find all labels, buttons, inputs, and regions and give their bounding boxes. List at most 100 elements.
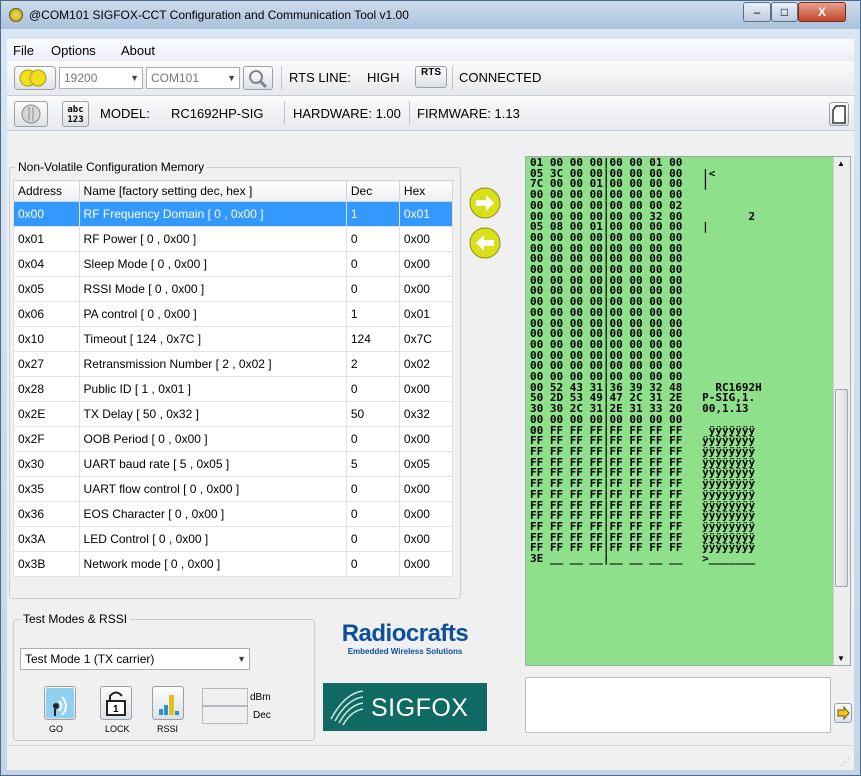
nvm-groupbox: Non-Volatile Configuration Memory Addres… (9, 160, 461, 599)
table-row[interactable]: 0x3A LED Control [ 0 , 0x00 ] 0 0x00 (13, 526, 454, 552)
cell-dec[interactable]: 124 (345, 326, 400, 352)
connection-toolbar: 19200 ▼ COM101 ▼ RTS LINE: HIGH RTS CONNEC… (7, 61, 854, 96)
cell-name: RF Frequency Domain [ 0 , 0x00 ] (78, 201, 347, 227)
cell-dec[interactable]: 50 (345, 401, 400, 427)
cell-address: 0x2F (13, 426, 80, 452)
col-name[interactable]: Name [factory setting dec, hex ] (78, 180, 347, 202)
cell-hex[interactable]: 0x00 (398, 526, 454, 552)
connect-button[interactable] (14, 66, 56, 90)
cell-hex[interactable]: 0x00 (398, 501, 454, 527)
table-row[interactable]: 0x28 Public ID [ 1 , 0x01 ] 0 0x00 (13, 376, 454, 402)
send-button[interactable] (834, 703, 852, 723)
hex-scrollbar-thumb[interactable] (835, 389, 848, 587)
lock-number: 1 (113, 704, 119, 715)
cell-dec[interactable]: 0 (345, 376, 400, 402)
radiocrafts-tagline: Embedded Wireless Solutions (347, 647, 463, 656)
cell-address: 0x36 (13, 501, 80, 527)
ascii-hex-toggle-button[interactable]: abc 123 (62, 101, 89, 127)
search-port-button[interactable] (243, 66, 273, 90)
cell-hex[interactable]: 0x7C (398, 326, 454, 352)
col-dec[interactable]: Dec (345, 180, 400, 202)
cell-address: 0x04 (13, 251, 80, 277)
test-modes-title: Test Modes & RSSI (20, 612, 131, 626)
baud-rate-value: 19200 (64, 71, 98, 85)
hex-memory-view[interactable]: 01 00 00 00|00 00 01 00 05 3C 00 00|00 00… (525, 156, 851, 666)
resize-grip-icon[interactable]: ⋰ (840, 757, 850, 768)
send-text-input[interactable] (525, 677, 831, 733)
table-row[interactable]: 0x30 UART baud rate [ 5 , 0x05 ] 5 0x05 (13, 451, 454, 477)
cell-hex[interactable]: 0x02 (398, 351, 454, 377)
cell-dec[interactable]: 2 (345, 351, 400, 377)
cell-hex[interactable]: 0x00 (398, 276, 454, 302)
minimize-button[interactable]: – (743, 2, 771, 22)
maximize-button[interactable]: □ (771, 2, 798, 22)
dec-field[interactable] (202, 706, 248, 724)
cell-dec[interactable]: 0 (345, 276, 400, 302)
table-row[interactable]: 0x3B Network mode [ 0 , 0x00 ] 0 0x00 (13, 551, 454, 577)
hex-scrollbar[interactable]: ▲ ▼ (833, 157, 850, 665)
cell-dec[interactable]: 0 (345, 426, 400, 452)
menu-file[interactable]: File (13, 43, 34, 58)
test-mode-select[interactable]: Test Mode 1 (TX carrier) ▼ (20, 648, 250, 670)
cell-dec[interactable]: 0 (345, 226, 400, 252)
scroll-down-icon[interactable]: ▼ (837, 654, 845, 663)
chevron-down-icon: ▼ (130, 73, 139, 83)
cell-hex[interactable]: 0x00 (398, 476, 454, 502)
cell-hex[interactable]: 0x00 (398, 226, 454, 252)
close-button[interactable]: X (798, 2, 846, 22)
table-row[interactable]: 0x2E TX Delay [ 50 , 0x32 ] 50 0x32 (13, 401, 454, 427)
cell-dec[interactable]: 1 (345, 201, 400, 227)
menu-options[interactable]: Options (51, 43, 96, 58)
status-bar: ⋰ (7, 745, 854, 770)
cell-dec[interactable]: 5 (345, 451, 400, 477)
cell-hex[interactable]: 0x32 (398, 401, 454, 427)
table-row[interactable]: 0x35 UART flow control [ 0 , 0x00 ] 0 0x00 (13, 476, 454, 502)
cell-dec[interactable]: 1 (345, 301, 400, 327)
baud-rate-select[interactable]: 19200 ▼ (59, 67, 143, 89)
cell-hex[interactable]: 0x00 (398, 426, 454, 452)
table-row[interactable]: 0x06 PA control [ 0 , 0x00 ] 1 0x01 (13, 301, 454, 327)
cell-dec[interactable]: 0 (345, 476, 400, 502)
cell-dec[interactable]: 0 (345, 501, 400, 527)
table-row[interactable]: 0x10 Timeout [ 124 , 0x7C ] 124 0x7C (13, 326, 454, 352)
table-row[interactable]: 0x00 RF Frequency Domain [ 0 , 0x00 ] 1 0x0… (13, 201, 454, 227)
table-row[interactable]: 0x2F OOB Period [ 0 , 0x00 ] 0 0x00 (13, 426, 454, 452)
read-from-hex-button[interactable] (469, 227, 501, 259)
table-row[interactable]: 0x04 Sleep Mode [ 0 , 0x00 ] 0 0x00 (13, 251, 454, 277)
signal-bars-icon (159, 695, 179, 715)
write-to-hex-button[interactable] (469, 187, 501, 219)
cell-dec[interactable]: 0 (345, 551, 400, 577)
cell-dec[interactable]: 0 (345, 251, 400, 277)
power-button[interactable] (14, 101, 48, 127)
menu-about[interactable]: About (121, 43, 155, 58)
com-port-value: COM101 (151, 71, 200, 85)
device-toolbar: abc 123 MODEL: RC1692HP-SIG HARDWARE: 1.… (7, 96, 854, 131)
table-row[interactable]: 0x36 EOS Character [ 0 , 0x00 ] 0 0x00 (13, 501, 454, 527)
cell-dec[interactable]: 0 (345, 526, 400, 552)
cell-hex[interactable]: 0x05 (398, 451, 454, 477)
table-row[interactable]: 0x05 RSSI Mode [ 0 , 0x00 ] 0 0x00 (13, 276, 454, 302)
firmware-version: FIRMWARE: 1.13 (417, 106, 520, 121)
cell-hex[interactable]: 0x00 (398, 251, 454, 277)
table-row[interactable]: 0x27 Retransmission Number [ 2 , 0x02 ] 2 0… (13, 351, 454, 377)
cell-hex[interactable]: 0x01 (398, 301, 454, 327)
new-window-button[interactable] (829, 102, 849, 126)
cell-hex[interactable]: 0x00 (398, 376, 454, 402)
col-address[interactable]: Address (13, 180, 80, 202)
rts-line-label: RTS LINE: (289, 70, 351, 85)
rssi-button[interactable] (152, 686, 184, 720)
client-area: File Options About 19200 ▼ COM101 ▼ RTS … (7, 39, 854, 770)
rts-button[interactable]: RTS (415, 66, 447, 88)
col-hex[interactable]: Hex (398, 180, 454, 202)
menu-bar: File Options About (7, 39, 854, 62)
cell-hex[interactable]: 0x00 (398, 551, 454, 577)
dbm-field[interactable] (202, 688, 248, 706)
table-row[interactable]: 0x01 RF Power [ 0 , 0x00 ] 0 0x00 (13, 226, 454, 252)
com-port-select[interactable]: COM101 ▼ (146, 67, 240, 89)
connection-status: CONNECTED (459, 70, 542, 85)
scroll-up-icon[interactable]: ▲ (837, 159, 845, 168)
cell-hex[interactable]: 0x01 (398, 201, 454, 227)
title-bar[interactable]: @COM101 SIGFOX-CCT Configuration and Com… (1, 1, 860, 29)
model-label: MODEL: (100, 106, 150, 121)
go-button[interactable] (44, 686, 76, 720)
